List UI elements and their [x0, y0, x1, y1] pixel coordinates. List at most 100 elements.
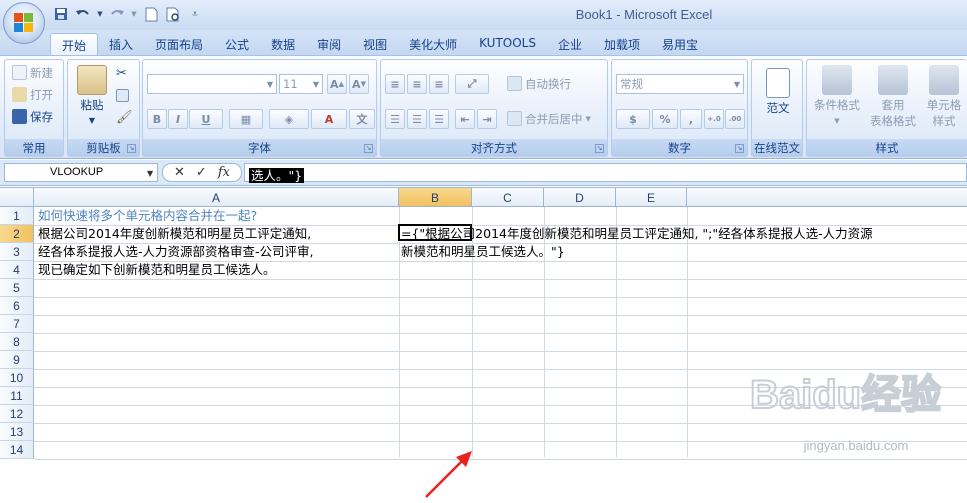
row-header-13[interactable]: 13 — [0, 423, 34, 441]
align-center-icon[interactable]: ☰ — [407, 109, 427, 129]
clipboard-icon — [77, 65, 107, 95]
conditional-format-button[interactable]: 条件格式 ▼ — [809, 65, 865, 129]
comma-button[interactable]: , — [680, 109, 702, 129]
office-button[interactable] — [3, 2, 45, 44]
shrink-font-icon[interactable]: A ▼ — [349, 74, 369, 94]
row-header-8[interactable]: 8 — [0, 333, 34, 351]
font-size-combo[interactable]: 11 ▼ — [279, 74, 323, 94]
row-header-2[interactable]: 2 — [0, 225, 34, 243]
row-header-1[interactable]: 1 — [0, 207, 34, 225]
paste-button[interactable]: 粘贴 ▼ — [72, 65, 112, 129]
tab-beautify[interactable]: 美化大师 — [398, 33, 468, 55]
cut-button[interactable]: ✂ — [116, 64, 127, 83]
tab-addins[interactable]: 加载项 — [593, 33, 651, 55]
chevron-down-icon[interactable]: ▼ — [147, 169, 153, 178]
cell-a4[interactable]: 现已确定如下创新模范和明星员工候选人。 — [38, 262, 276, 277]
tab-enterprise[interactable]: 企业 — [547, 33, 593, 55]
increase-indent-icon[interactable]: ⇥ — [477, 109, 497, 129]
italic-button[interactable]: I — [168, 109, 188, 129]
tab-review[interactable]: 审阅 — [306, 33, 352, 55]
open-button[interactable]: 打开 — [12, 85, 53, 104]
align-middle-icon[interactable]: ≡ — [407, 74, 427, 94]
format-painter-button[interactable]: 🖌 — [116, 108, 133, 127]
row-header-5[interactable]: 5 — [0, 279, 34, 297]
row-header-6[interactable]: 6 — [0, 297, 34, 315]
save-button[interactable]: 保存 — [12, 107, 53, 126]
align-top-icon[interactable]: ≡ — [385, 74, 405, 94]
name-box[interactable]: VLOOKUP — [4, 163, 158, 182]
column-header-d[interactable]: D — [544, 188, 616, 207]
font-launcher-icon[interactable]: ↘ — [364, 144, 373, 153]
format-table-label-1: 套用 — [881, 98, 905, 112]
number-format-combo[interactable]: 常规 ▼ — [616, 74, 744, 94]
cancel-formula-icon[interactable]: ✕ — [174, 165, 185, 180]
template-button[interactable]: 范文 — [758, 68, 798, 116]
row-header-12[interactable]: 12 — [0, 405, 34, 423]
tab-home[interactable]: 开始 — [50, 33, 99, 55]
merge-cells-icon — [507, 111, 522, 126]
format-as-table-button[interactable]: 套用 表格格式 — [865, 65, 921, 129]
row-header-3[interactable]: 3 — [0, 243, 34, 261]
underline-button[interactable]: U — [189, 109, 223, 129]
row-header-11[interactable]: 11 — [0, 387, 34, 405]
group-label-styles: 样式 — [807, 139, 967, 156]
tab-easy-tools[interactable]: 易用宝 — [651, 33, 709, 55]
align-left-icon[interactable]: ☰ — [385, 109, 405, 129]
grow-font-icon[interactable]: A ▲ — [327, 74, 347, 94]
increase-decimal-icon[interactable]: +.0 — [704, 109, 724, 129]
gridline-column — [687, 207, 688, 457]
row-header-10[interactable]: 10 — [0, 369, 34, 387]
select-all-corner[interactable] — [0, 188, 34, 207]
cell-styles-button[interactable]: 单元格 样式 — [921, 65, 967, 129]
merge-center-button[interactable]: 合并后居中 ▼ — [507, 109, 591, 128]
copy-icon — [116, 89, 129, 102]
row-header-7[interactable]: 7 — [0, 315, 34, 333]
tab-kutools[interactable]: KUTOOLS — [468, 33, 547, 55]
fill-color-icon[interactable]: ◈ — [269, 109, 309, 129]
currency-icon[interactable]: $ — [616, 109, 650, 129]
clipboard-launcher-icon[interactable]: ↘ — [127, 144, 136, 153]
watermark-url: jingyan.baidu.com — [803, 438, 909, 453]
tab-data[interactable]: 数据 — [260, 33, 306, 55]
row-header-9[interactable]: 9 — [0, 351, 34, 369]
decrease-decimal-icon[interactable]: .00 — [725, 109, 745, 129]
font-size-value: 11 — [283, 77, 298, 91]
tab-insert[interactable]: 插入 — [98, 33, 144, 55]
cell-a3[interactable]: 经各体系提报人选-人力资源部资格审查-公司评审, — [38, 244, 314, 259]
template-label: 范文 — [766, 101, 790, 115]
alignment-launcher-icon[interactable]: ↘ — [595, 144, 604, 153]
formula-input[interactable]: 选人。"} — [244, 163, 967, 183]
wrap-text-button[interactable]: 自动换行 — [507, 74, 571, 93]
row-header-4[interactable]: 4 — [0, 261, 34, 279]
column-header-b[interactable]: B — [399, 188, 472, 207]
copy-button[interactable] — [116, 86, 129, 105]
align-bottom-icon[interactable]: ≡ — [429, 74, 449, 94]
percent-button[interactable]: % — [652, 109, 678, 129]
cell-a1[interactable]: 如何快速将多个单元格内容合并在一起? — [38, 208, 257, 223]
column-header-e[interactable]: E — [616, 188, 687, 207]
formula-bar: VLOOKUP ▼ ✕ ✓ fx 选人。"} — [0, 160, 967, 186]
orientation-icon[interactable]: ⤢ — [455, 74, 489, 94]
enter-formula-icon[interactable]: ✓ — [196, 165, 207, 180]
number-launcher-icon[interactable]: ↘ — [735, 144, 744, 153]
align-right-icon[interactable]: ☰ — [429, 109, 449, 129]
row-header-14[interactable]: 14 — [0, 441, 34, 459]
cell-b2[interactable]: ={"根据公司2014年度创新模范和明星员工评定通知, ";"经各体系提报人选-… — [401, 226, 873, 241]
font-color-icon[interactable]: A — [311, 109, 347, 129]
font-name-combo[interactable]: ▼ — [147, 74, 277, 94]
number-format-value: 常规 — [620, 77, 643, 91]
column-header-c[interactable]: C — [472, 188, 544, 207]
cell-b3[interactable]: 新模范和明星员工候选人。"} — [401, 244, 565, 259]
cell-styles-icon — [929, 65, 959, 95]
column-header-a[interactable]: A — [34, 188, 399, 207]
bold-button[interactable]: B — [147, 109, 167, 129]
cell-a2[interactable]: 根据公司2014年度创新模范和明星员工评定通知, — [38, 226, 311, 241]
insert-function-icon[interactable]: fx — [218, 165, 230, 180]
decrease-indent-icon[interactable]: ⇤ — [455, 109, 475, 129]
new-button[interactable]: 新建 — [12, 63, 53, 82]
border-icon[interactable]: ▦ — [229, 109, 263, 129]
tab-formulas[interactable]: 公式 — [214, 33, 260, 55]
tab-page-layout[interactable]: 页面布局 — [144, 33, 214, 55]
tab-view[interactable]: 视图 — [352, 33, 398, 55]
phonetic-icon[interactable]: 文 — [349, 109, 375, 129]
